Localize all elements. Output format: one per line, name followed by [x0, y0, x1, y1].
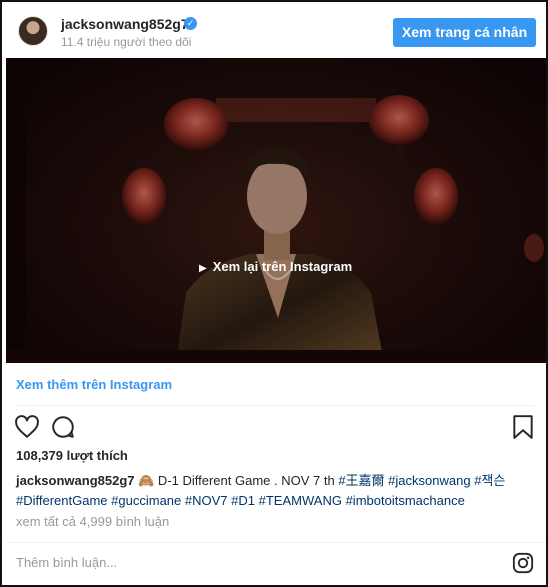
hashtag[interactable]: #王嘉爾: [338, 473, 384, 488]
caption-text: D-1 Different Game . NOV 7 th: [154, 473, 339, 488]
replay-overlay[interactable]: ▶ Xem lại trên Instagram: [199, 257, 352, 277]
hashtag[interactable]: #TEAMWANG: [259, 493, 342, 508]
divider: [16, 405, 534, 406]
video-player[interactable]: ▶ Xem lại trên Instagram: [6, 58, 546, 363]
verified-badge-icon: ✓: [184, 17, 197, 30]
replay-label: Xem lại trên Instagram: [212, 259, 353, 274]
hashtag[interactable]: #imbotoitsmachance: [346, 493, 465, 508]
view-more-link[interactable]: Xem thêm trên Instagram: [16, 377, 172, 392]
like-count[interactable]: 108,379 lượt thích: [16, 448, 128, 463]
hashtag[interactable]: #NOV7: [185, 493, 228, 508]
avatar[interactable]: [18, 16, 48, 46]
follower-count: 11.4 triệu người theo dõi: [61, 35, 192, 49]
post-header: jacksonwang852g7 ✓ 11.4 triệu người theo…: [4, 4, 548, 58]
caption-line-1: jacksonwang852g7 🙈 D-1 Different Game . …: [16, 471, 536, 491]
add-comment-input[interactable]: Thêm bình luận...: [16, 555, 486, 570]
caption-emoji: 🙈: [138, 473, 155, 488]
video-frame: [6, 58, 546, 363]
caption-line-2: #DifferentGame #guccimane #NOV7 #D1 #TEA…: [16, 491, 536, 511]
view-all-comments-link[interactable]: xem tất cả 4,999 bình luận: [16, 514, 169, 529]
caption: jacksonwang852g7 🙈 D-1 Different Game . …: [16, 471, 536, 511]
comment-icon[interactable]: [50, 414, 76, 440]
caption-username[interactable]: jacksonwang852g7: [16, 473, 135, 488]
video-dim-overlay: [6, 58, 546, 363]
hashtag[interactable]: #D1: [231, 493, 255, 508]
hashtag[interactable]: #잭슨: [474, 473, 505, 488]
play-icon: ▶: [199, 263, 207, 274]
heart-icon[interactable]: [14, 414, 40, 440]
username-link[interactable]: jacksonwang852g7: [61, 16, 189, 32]
divider: [6, 542, 546, 543]
instagram-embed: jacksonwang852g7 ✓ 11.4 triệu người theo…: [0, 0, 548, 587]
hashtag[interactable]: #DifferentGame: [16, 493, 108, 508]
instagram-logo-icon[interactable]: [512, 552, 534, 574]
hashtag[interactable]: #jacksonwang: [388, 473, 470, 488]
hashtag[interactable]: #guccimane: [111, 493, 181, 508]
bookmark-icon[interactable]: [512, 414, 534, 440]
view-profile-button[interactable]: Xem trang cá nhân: [393, 18, 536, 47]
